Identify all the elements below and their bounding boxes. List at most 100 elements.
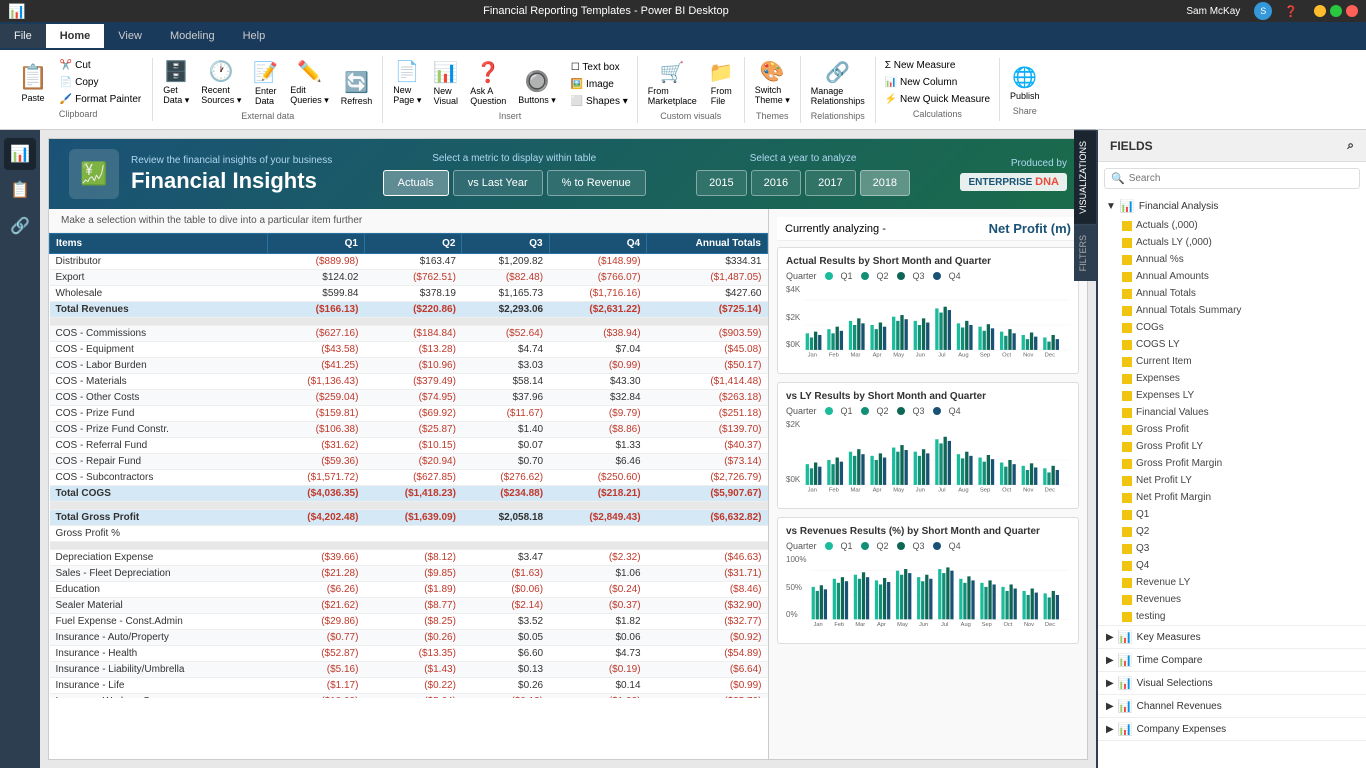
- col-q1[interactable]: Q1: [267, 234, 364, 254]
- metric-btn-vs-last-year[interactable]: vs Last Year: [453, 170, 543, 196]
- table-row[interactable]: Fuel Expense - Const.Admin ($29.86) ($8.…: [50, 614, 768, 630]
- publish-button[interactable]: 🌐Publish: [1006, 62, 1044, 104]
- table-row[interactable]: Total Gross Profit ($4,202.48) ($1,639.0…: [50, 510, 768, 526]
- col-annual[interactable]: Annual Totals: [647, 234, 768, 254]
- field-item[interactable]: Current Item: [1098, 353, 1366, 370]
- year-btn-2015[interactable]: 2015: [696, 170, 746, 196]
- tab-file[interactable]: File: [0, 24, 46, 48]
- table-row[interactable]: Sales - Fleet Depreciation ($21.28) ($9.…: [50, 566, 768, 582]
- table-row[interactable]: COS - Other Costs ($259.04) ($74.95) $37…: [50, 390, 768, 406]
- switch-theme-button[interactable]: 🎨SwitchTheme ▾: [751, 56, 794, 109]
- field-item[interactable]: Financial Values: [1098, 404, 1366, 421]
- field-item[interactable]: Expenses LY: [1098, 387, 1366, 404]
- cut-button[interactable]: ✂️ Cut: [57, 58, 144, 73]
- refresh-button[interactable]: 🔄Refresh: [337, 67, 377, 109]
- field-item[interactable]: Expenses: [1098, 370, 1366, 387]
- table-row[interactable]: Sealer Material ($21.62) ($8.77) ($2.14)…: [50, 598, 768, 614]
- field-item[interactable]: Annual Totals: [1098, 285, 1366, 302]
- col-q2[interactable]: Q2: [364, 234, 461, 254]
- field-item[interactable]: Q4: [1098, 557, 1366, 574]
- field-item[interactable]: Annual %s: [1098, 251, 1366, 268]
- new-quick-measure-button[interactable]: ⚡ New Quick Measure: [882, 92, 993, 107]
- table-row[interactable]: Insurance - Liability/Umbrella ($5.16) (…: [50, 662, 768, 678]
- field-group-header-0[interactable]: ▼ 📊 Financial Analysis: [1098, 195, 1366, 217]
- image-button[interactable]: 🖼️ Image: [568, 77, 631, 92]
- table-row[interactable]: COS - Prize Fund ($159.81) ($69.92) ($11…: [50, 406, 768, 422]
- field-item[interactable]: Revenues: [1098, 591, 1366, 608]
- field-item[interactable]: Gross Profit LY: [1098, 438, 1366, 455]
- maximize-button[interactable]: [1330, 5, 1342, 17]
- paste-button[interactable]: 📋 Paste: [12, 59, 54, 107]
- new-measure-button[interactable]: Σ New Measure: [882, 58, 993, 73]
- from-marketplace-button[interactable]: 🛒FromMarketplace: [644, 57, 701, 109]
- new-column-button[interactable]: 📊 New Column: [882, 75, 993, 90]
- table-row[interactable]: COS - Subcontractors ($1,571.72) ($627.8…: [50, 470, 768, 486]
- table-row[interactable]: COS - Equipment ($43.58) ($13.28) $4.74 …: [50, 342, 768, 358]
- format-painter-button[interactable]: 🖌️ Format Painter: [57, 92, 144, 107]
- year-btn-2016[interactable]: 2016: [751, 170, 801, 196]
- get-data-button[interactable]: 🗄️GetData ▾: [159, 56, 193, 109]
- field-group-header-3[interactable]: ▶ 📊 Visual Selections: [1098, 672, 1366, 694]
- year-btn-2018[interactable]: 2018: [860, 170, 910, 196]
- table-row[interactable]: Total COGS ($4,036.35) ($1,418.23) ($234…: [50, 486, 768, 502]
- table-row[interactable]: Insurance-Workers Comp ($18.09) ($5.64) …: [50, 694, 768, 699]
- table-row[interactable]: Insurance - Health ($52.87) ($13.35) $6.…: [50, 646, 768, 662]
- copy-button[interactable]: 📄 Copy: [57, 75, 144, 90]
- manage-relationships-button[interactable]: 🔗ManageRelationships: [807, 57, 869, 109]
- field-group-header-5[interactable]: ▶ 📊 Company Expenses: [1098, 718, 1366, 740]
- fields-search-input[interactable]: [1129, 173, 1353, 184]
- filters-tab[interactable]: FILTERS: [1074, 224, 1096, 281]
- new-page-button[interactable]: 📄NewPage ▾: [389, 56, 425, 109]
- metric-btn-pct-revenue[interactable]: % to Revenue: [547, 170, 646, 196]
- table-scroll[interactable]: Items Q1 Q2 Q3 Q4 Annual Totals Distribu…: [49, 233, 768, 698]
- shapes-button[interactable]: ⬜ Shapes ▾: [568, 94, 631, 109]
- table-row[interactable]: COS - Prize Fund Constr. ($106.38) ($25.…: [50, 422, 768, 438]
- col-items[interactable]: Items: [50, 234, 268, 254]
- text-box-button[interactable]: ☐ Text box: [568, 60, 631, 75]
- sidebar-icon-report[interactable]: 📊: [4, 138, 36, 170]
- buttons-button[interactable]: 🔘Buttons ▾: [514, 66, 560, 109]
- year-btn-2017[interactable]: 2017: [805, 170, 855, 196]
- table-row[interactable]: Gross Profit %: [50, 526, 768, 542]
- tab-home[interactable]: Home: [46, 24, 105, 48]
- field-item[interactable]: Actuals (,000): [1098, 217, 1366, 234]
- table-row[interactable]: Insurance - Life ($1.17) ($0.22) $0.26 $…: [50, 678, 768, 694]
- col-q3[interactable]: Q3: [462, 234, 549, 254]
- field-item[interactable]: Annual Totals Summary: [1098, 302, 1366, 319]
- tab-view[interactable]: View: [104, 24, 156, 48]
- field-group-header-1[interactable]: ▶ 📊 Key Measures: [1098, 626, 1366, 648]
- field-item[interactable]: Annual Amounts: [1098, 268, 1366, 285]
- table-row[interactable]: Depreciation Expense ($39.66) ($8.12) $3…: [50, 550, 768, 566]
- field-group-header-4[interactable]: ▶ 📊 Channel Revenues: [1098, 695, 1366, 717]
- fields-search-box[interactable]: 🔍: [1104, 168, 1360, 189]
- ask-question-button[interactable]: ❓Ask AQuestion: [466, 57, 510, 109]
- table-row[interactable]: COS - Materials ($1,136.43) ($379.49) $5…: [50, 374, 768, 390]
- table-row[interactable]: COS - Repair Fund ($59.36) ($20.94) $0.7…: [50, 454, 768, 470]
- help-icon[interactable]: ❓: [1284, 5, 1298, 18]
- sidebar-icon-data[interactable]: 📋: [4, 174, 36, 206]
- minimize-button[interactable]: [1314, 5, 1326, 17]
- field-item[interactable]: Q3: [1098, 540, 1366, 557]
- table-row[interactable]: COS - Labor Burden ($41.25) ($10.96) $3.…: [50, 358, 768, 374]
- visualizations-tab[interactable]: VISUALIZATIONS: [1074, 130, 1096, 224]
- field-item[interactable]: Gross Profit: [1098, 421, 1366, 438]
- field-item[interactable]: Actuals LY (,000): [1098, 234, 1366, 251]
- table-row[interactable]: COS - Commissions ($627.16) ($184.84) ($…: [50, 326, 768, 342]
- field-item[interactable]: COGS LY: [1098, 336, 1366, 353]
- table-row[interactable]: Total Revenues ($166.13) ($220.86) $2,29…: [50, 302, 768, 318]
- close-button[interactable]: [1346, 5, 1358, 17]
- field-group-header-2[interactable]: ▶ 📊 Time Compare: [1098, 649, 1366, 671]
- field-item[interactable]: Q2: [1098, 523, 1366, 540]
- recent-sources-button[interactable]: 🕐RecentSources ▾: [197, 56, 245, 109]
- metric-btn-actuals[interactable]: Actuals: [383, 170, 449, 196]
- tab-help[interactable]: Help: [229, 24, 280, 48]
- enter-data-button[interactable]: 📝EnterData: [249, 57, 282, 109]
- tab-modeling[interactable]: Modeling: [156, 24, 229, 48]
- field-item[interactable]: testing: [1098, 608, 1366, 625]
- edit-queries-button[interactable]: ✏️EditQueries ▾: [286, 56, 333, 109]
- table-row[interactable]: Education ($6.26) ($1.89) ($0.06) ($0.24…: [50, 582, 768, 598]
- field-item[interactable]: Gross Profit Margin: [1098, 455, 1366, 472]
- field-item[interactable]: Revenue LY: [1098, 574, 1366, 591]
- table-row[interactable]: Wholesale $599.84 $378.19 $1,165.73 ($1,…: [50, 286, 768, 302]
- new-visual-button[interactable]: 📊NewVisual: [429, 57, 462, 109]
